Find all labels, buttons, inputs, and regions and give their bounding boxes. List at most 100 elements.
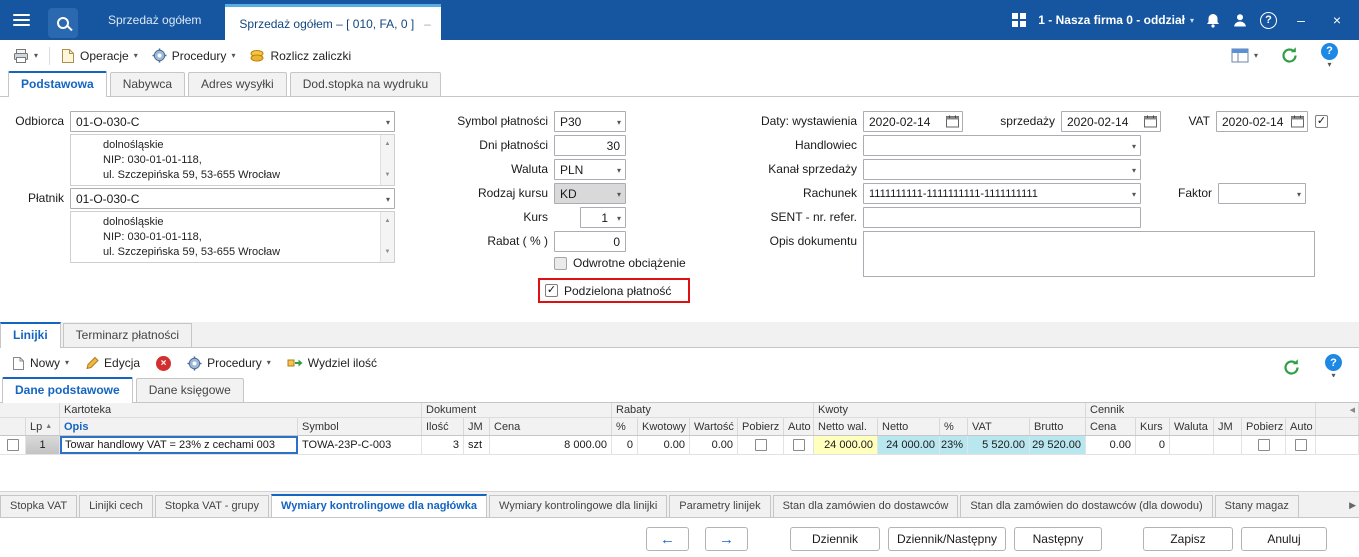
col-netto-wal[interactable]: Netto wal. <box>814 418 878 435</box>
tab-parametry-linijek[interactable]: Parametry linijek <box>669 495 771 517</box>
sent-input[interactable] <box>863 207 1141 228</box>
search-button[interactable] <box>42 0 84 40</box>
opis-dokumentu-textarea[interactable] <box>863 231 1315 277</box>
data-vat-field[interactable]: 2020-02-14 <box>1216 111 1308 132</box>
table-row[interactable]: 1 Towar handlowy VAT = 23% z cechami 003… <box>0 436 1359 455</box>
col-cennik-kurs[interactable]: Kurs <box>1136 418 1170 435</box>
tab-sprzedaz-ogolem-document[interactable]: Sprzedaż ogółem – [ 010, FA, 0 ] – <box>225 4 441 40</box>
company-selector[interactable]: 1 - Nasza firma 0 - oddział ▾ <box>1038 13 1194 27</box>
pobierz-checkbox[interactable] <box>754 439 767 451</box>
handlowiec-combobox[interactable]: ▾ <box>863 135 1141 156</box>
tab-dane-ksiegowe[interactable]: Dane księgowe <box>135 378 244 402</box>
symbol-platnosci-combobox[interactable]: P30 ▾ <box>554 111 626 132</box>
col-jm[interactable]: JM <box>464 418 490 435</box>
kanal-sprzedazy-combobox[interactable]: ▾ <box>863 159 1141 180</box>
zapisz-button[interactable]: Zapisz <box>1143 527 1233 551</box>
delete-line-button[interactable]: × <box>149 353 178 374</box>
pobierz-checkbox[interactable] <box>1257 439 1270 451</box>
scroll-left-icon[interactable]: ◀ <box>1350 406 1355 414</box>
row-checkbox[interactable] <box>6 439 19 451</box>
calendar-icon[interactable] <box>1291 115 1304 131</box>
tab-stopka-vat[interactable]: Stopka VAT <box>0 495 78 517</box>
tab-adres-wysylki[interactable]: Adres wysyłki <box>188 72 287 96</box>
col-lp[interactable]: Lp ▲ <box>26 418 60 435</box>
col-kwotowy[interactable]: Kwotowy <box>638 418 690 435</box>
col-cennik-pobierz[interactable]: Pobierz <box>1242 418 1286 435</box>
faktor-combobox[interactable]: ▾ <box>1218 183 1306 204</box>
col-brutto[interactable]: Brutto <box>1030 418 1086 435</box>
col-wartosc[interactable]: Wartość <box>690 418 738 435</box>
odbiorca-combobox[interactable]: 01-O-030-C ▾ <box>70 111 395 132</box>
refresh-button[interactable] <box>1273 43 1306 68</box>
podzielona-platnosc-checkbox[interactable]: ✓ <box>545 284 558 297</box>
tab-stopka-vat-grupy[interactable]: Stopka VAT - grupy <box>154 495 270 517</box>
platnik-combobox[interactable]: 01-O-030-C ▾ <box>70 188 395 209</box>
view-settings-button[interactable]: ▾ <box>1224 45 1265 66</box>
dni-platnosci-input[interactable] <box>554 135 626 156</box>
col-cennik-cena[interactable]: Cena <box>1086 418 1136 435</box>
operacje-menu-button[interactable]: Operacje ▾ <box>54 45 145 67</box>
vat-date-checkbox[interactable]: ✓ <box>1315 115 1328 128</box>
tab-wymiary-kontrolingowe-linijki[interactable]: Wymiary kontrolingowe dla linijki <box>489 495 668 517</box>
auto-checkbox[interactable] <box>792 439 805 451</box>
tab-linijki-cech[interactable]: Linijki cech <box>79 495 153 517</box>
tab-stany-magazynowe[interactable]: Stany magaz <box>1214 495 1299 517</box>
col-ilosc[interactable]: Ilość <box>422 418 464 435</box>
tab-linijki[interactable]: Linijki <box>0 322 61 348</box>
tab-nabywca[interactable]: Nabywca <box>109 72 186 96</box>
dziennik-button[interactable]: Dziennik <box>790 527 880 551</box>
tab-terminarz-platnosci[interactable]: Terminarz płatności <box>62 323 193 347</box>
tab-dane-podstawowe[interactable]: Dane podstawowe <box>2 377 133 403</box>
col-rabat-pct[interactable]: % <box>612 418 638 435</box>
odwrotne-obciazenie-checkbox[interactable]: ✓ <box>554 256 567 270</box>
anuluj-button[interactable]: Anuluj <box>1241 527 1327 551</box>
col-netto[interactable]: Netto <box>878 418 940 435</box>
close-button[interactable]: × <box>1325 12 1349 28</box>
tab-stan-zamowien-dostawcow-dowodu[interactable]: Stan dla zamówien do dostawców (dla dowo… <box>960 495 1213 517</box>
apps-grid-icon[interactable] <box>1012 13 1027 27</box>
edycja-button[interactable]: Edycja <box>78 353 147 373</box>
refresh-lines-button[interactable] <box>1275 355 1308 380</box>
next-document-button[interactable]: → <box>705 527 748 551</box>
rodzaj-kursu-combobox[interactable]: KD ▾ <box>554 183 626 204</box>
tab-close-icon[interactable]: – <box>424 17 431 31</box>
kurs-spinner[interactable]: 1 ▾ <box>580 207 626 228</box>
dziennik-nastepny-button[interactable]: Dziennik/Następny <box>888 527 1006 551</box>
tab-dod-stopka-na-wydruku[interactable]: Dod.stopka na wydruku <box>289 72 442 96</box>
tab-podstawowa[interactable]: Podstawowa <box>8 71 107 97</box>
nastepny-button[interactable]: Następny <box>1014 527 1102 551</box>
procedury-lines-button[interactable]: Procedury ▾ <box>180 353 278 374</box>
hamburger-menu-button[interactable] <box>0 0 42 40</box>
rozlicz-zaliczki-button[interactable]: Rozlicz zaliczki <box>242 46 358 66</box>
data-sprzedazy-field[interactable]: 2020-02-14 <box>1061 111 1161 132</box>
col-vat-pct[interactable]: % <box>940 418 968 435</box>
nowy-button[interactable]: Nowy ▾ <box>5 353 76 374</box>
cell-opis-editor[interactable]: Towar handlowy VAT = 23% z cechami 003 <box>60 436 298 454</box>
previous-document-button[interactable]: ← <box>646 527 689 551</box>
data-wystawienia-field[interactable]: 2020-02-14 <box>863 111 963 132</box>
waluta-combobox[interactable]: PLN ▾ <box>554 159 626 180</box>
calendar-icon[interactable] <box>1144 115 1157 131</box>
rachunek-combobox[interactable]: 1111111111-1111111111-1111111111 ▾ <box>863 183 1141 204</box>
tab-scroll-right-icon[interactable]: ▶ <box>1349 500 1356 511</box>
user-icon[interactable] <box>1232 12 1248 28</box>
minimize-button[interactable]: – <box>1289 12 1313 28</box>
tab-stan-zamowien-dostawcow[interactable]: Stan dla zamówien do dostawców <box>772 495 959 517</box>
tab-wymiary-kontrolingowe-naglowka[interactable]: Wymiary kontrolingowe dla nagłówka <box>271 494 488 517</box>
calendar-icon[interactable] <box>946 115 959 131</box>
col-pobierz[interactable]: Pobierz <box>738 418 784 435</box>
procedury-menu-button[interactable]: Procedury ▾ <box>145 45 243 66</box>
notifications-bell-icon[interactable] <box>1206 13 1220 28</box>
rabat-input[interactable] <box>554 231 626 252</box>
col-symbol[interactable]: Symbol <box>298 418 422 435</box>
auto-checkbox[interactable] <box>1294 439 1307 451</box>
help-menu-button[interactable]: ? ▾ <box>1314 40 1345 72</box>
wydziel-ilosc-button[interactable]: Wydziel ilość <box>280 353 384 373</box>
tab-sprzedaz-ogolem[interactable]: Sprzedaż ogółem <box>92 0 217 40</box>
col-opis[interactable]: Opis <box>60 418 298 435</box>
col-cennik-auto[interactable]: Auto <box>1286 418 1316 435</box>
col-cennik-waluta[interactable]: Waluta <box>1170 418 1214 435</box>
print-button[interactable]: ▾ <box>6 45 45 67</box>
col-vat[interactable]: VAT <box>968 418 1030 435</box>
col-auto[interactable]: Auto <box>784 418 814 435</box>
